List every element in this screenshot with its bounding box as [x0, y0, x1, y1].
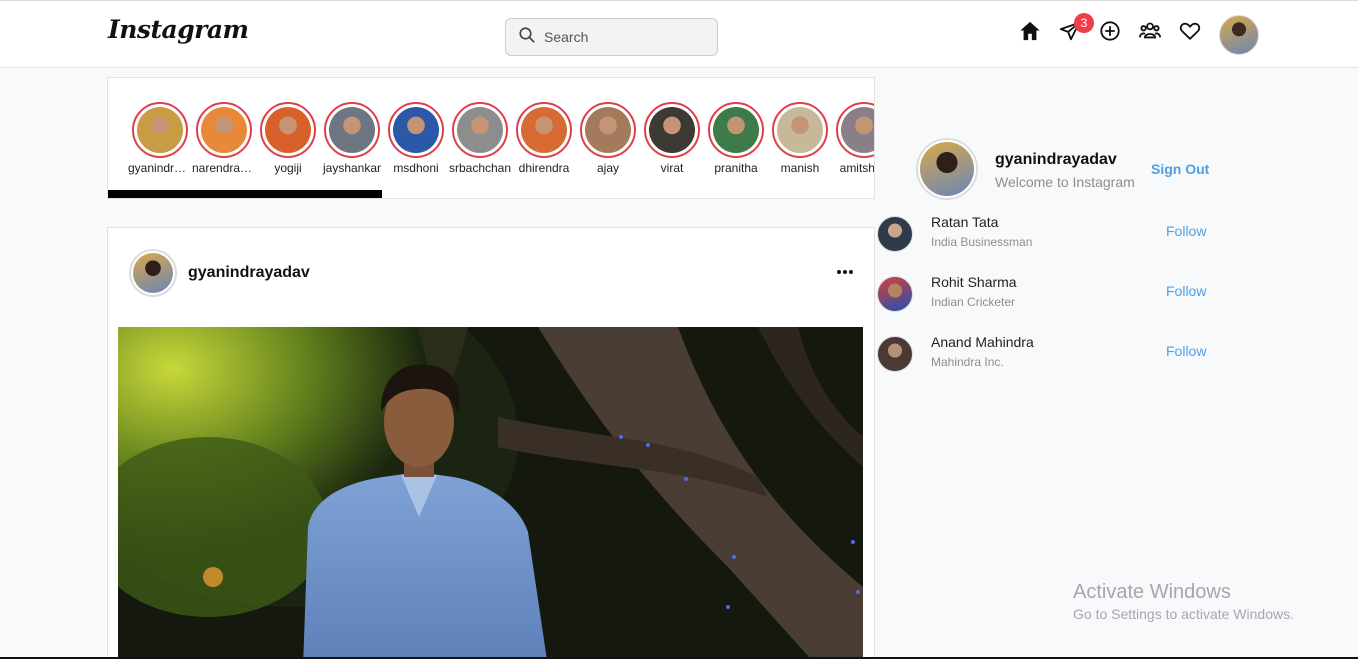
- sign-out-button[interactable]: Sign Out: [1151, 161, 1209, 177]
- story-username: narendramodi: [192, 161, 256, 175]
- top-navbar: Instagram 3: [0, 0, 1358, 68]
- more-options-icon[interactable]: [836, 262, 854, 280]
- story-ring: [836, 102, 874, 158]
- story-avatar: [841, 107, 874, 153]
- add-post-icon[interactable]: [1098, 19, 1122, 43]
- sidebar-profile-avatar[interactable]: [916, 138, 978, 200]
- post-username[interactable]: gyanindrayadav: [188, 264, 310, 282]
- watermark-subtitle: Go to Settings to activate Windows.: [1073, 606, 1294, 622]
- suggestion-avatar[interactable]: [877, 336, 913, 372]
- story-ring: [260, 102, 316, 158]
- story-item[interactable]: ajay: [576, 102, 640, 175]
- suggestion-desc: India Businessman: [931, 235, 1033, 249]
- suggestion-name[interactable]: Ratan Tata: [931, 214, 998, 230]
- story-ring: [388, 102, 444, 158]
- story-item[interactable]: yogiji: [256, 102, 320, 175]
- story-item[interactable]: virat: [640, 102, 704, 175]
- story-username: jayshankar: [322, 161, 382, 175]
- stories-bar: gyanindrayadavnarendramodi yogiji jayshank…: [107, 77, 875, 199]
- story-avatar: [201, 107, 247, 153]
- story-avatar: [457, 107, 503, 153]
- story-item[interactable]: manish: [768, 102, 832, 175]
- search-box[interactable]: [505, 18, 718, 56]
- messages-badge: 3: [1074, 13, 1094, 33]
- suggestion-desc: Mahindra Inc.: [931, 355, 1004, 369]
- story-item[interactable]: pranitha: [704, 102, 768, 175]
- suggestion-avatar[interactable]: [877, 216, 913, 252]
- search-input[interactable]: [544, 29, 694, 45]
- send-icon[interactable]: 3: [1058, 13, 1094, 43]
- story-avatar: [585, 107, 631, 153]
- suggestion-rohit-sharma: Rohit Sharma Indian Cricketer Follow: [877, 274, 1217, 314]
- post-card: gyanindrayadav: [107, 227, 875, 659]
- story-item[interactable]: narendramodi: [192, 102, 256, 175]
- story-username: amitshah: [839, 161, 875, 175]
- story-item[interactable]: dhirendra: [512, 102, 576, 175]
- story-ring: [644, 102, 700, 158]
- windows-activation-watermark: Activate Windows Go to Settings to activ…: [1073, 581, 1294, 622]
- story-username: virat: [660, 161, 684, 175]
- follow-button[interactable]: Follow: [1166, 343, 1206, 359]
- story-item[interactable]: jayshankar: [320, 102, 384, 175]
- welcome-text: Welcome to Instagram: [995, 174, 1135, 190]
- follow-button[interactable]: Follow: [1166, 283, 1206, 299]
- story-avatar: [713, 107, 759, 153]
- stories-scrollbar[interactable]: [108, 190, 382, 198]
- story-ring: [196, 102, 252, 158]
- story-username: dhirendra: [518, 161, 570, 175]
- story-avatar: [649, 107, 695, 153]
- story-username: pranitha: [714, 161, 758, 175]
- suggestion-name[interactable]: Anand Mahindra: [931, 334, 1034, 350]
- story-ring: [516, 102, 572, 158]
- story-item[interactable]: msdhoni: [384, 102, 448, 175]
- story-ring: [324, 102, 380, 158]
- search-icon: [518, 26, 536, 49]
- story-username: msdhoni: [393, 161, 439, 175]
- story-avatar: [329, 107, 375, 153]
- story-item[interactable]: amitshah: [832, 102, 875, 175]
- suggestion-anand-mahindra: Anand Mahindra Mahindra Inc. Follow: [877, 334, 1217, 374]
- post-image[interactable]: [118, 327, 863, 659]
- follow-button[interactable]: Follow: [1166, 223, 1206, 239]
- sidebar-username[interactable]: gyanindrayadav: [995, 151, 1117, 169]
- story-avatar: [137, 107, 183, 153]
- instagram-logo[interactable]: Instagram: [108, 15, 249, 44]
- post-avatar[interactable]: [129, 249, 177, 297]
- story-ring: [452, 102, 508, 158]
- story-username: gyanindrayadav: [128, 161, 192, 175]
- story-avatar: [521, 107, 567, 153]
- heart-icon[interactable]: [1178, 19, 1202, 43]
- story-avatar: [393, 107, 439, 153]
- nav-icons: 3: [1018, 13, 1218, 43]
- story-ring: [580, 102, 636, 158]
- story-item[interactable]: srbachchan: [448, 102, 512, 175]
- suggestion-name[interactable]: Rohit Sharma: [931, 274, 1017, 290]
- story-item[interactable]: gyanindrayadav: [128, 102, 192, 175]
- story-username: manish: [780, 161, 820, 175]
- story-username: ajay: [596, 161, 619, 175]
- profile-avatar[interactable]: [1219, 15, 1259, 55]
- story-ring: [708, 102, 764, 158]
- watermark-title: Activate Windows: [1073, 581, 1231, 603]
- suggestion-ratan-tata: Ratan Tata India Businessman Follow: [877, 214, 1217, 254]
- story-username: srbachchan: [448, 161, 512, 175]
- suggestion-avatar[interactable]: [877, 276, 913, 312]
- story-username: yogiji: [274, 161, 302, 175]
- people-icon[interactable]: [1138, 19, 1162, 43]
- story-avatar: [265, 107, 311, 153]
- story-ring: [132, 102, 188, 158]
- suggestion-desc: Indian Cricketer: [931, 295, 1016, 309]
- home-icon[interactable]: [1018, 19, 1042, 43]
- story-ring: [772, 102, 828, 158]
- story-avatar: [777, 107, 823, 153]
